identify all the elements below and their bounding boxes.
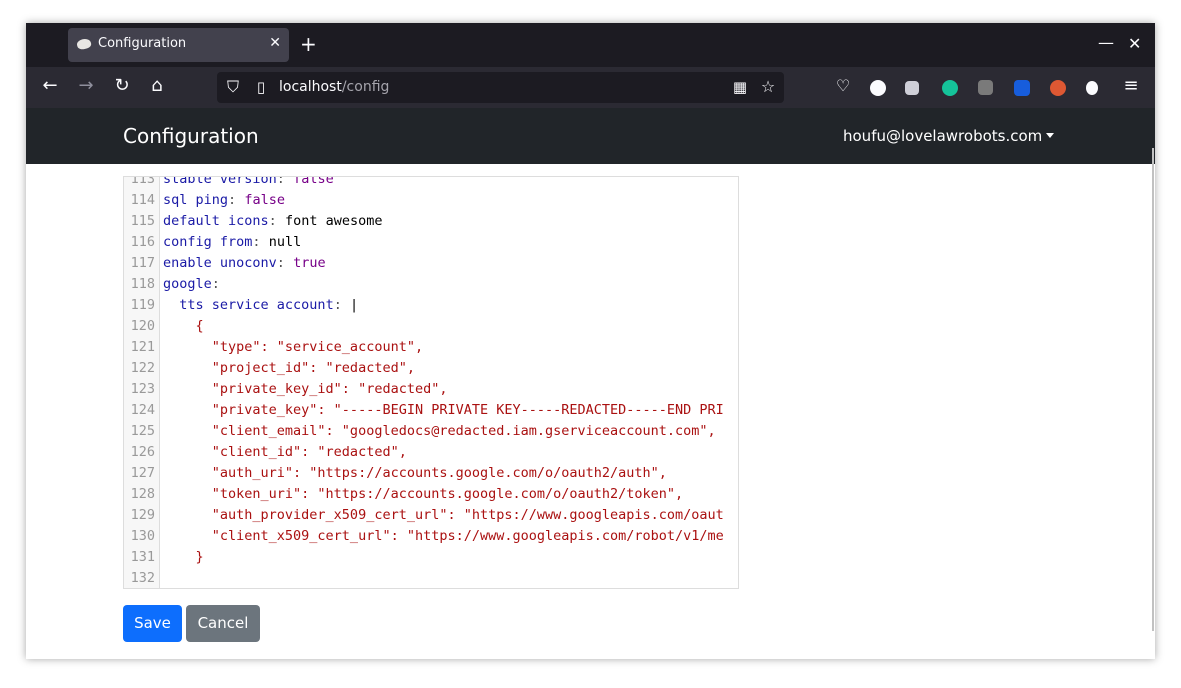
- code-text: "client_x509_cert_url": "https://www.goo…: [163, 528, 724, 544]
- code-line[interactable]: 117 enable unoconv: true: [124, 253, 738, 274]
- shield-icon[interactable]: ⛉: [222, 77, 244, 97]
- code-text: "private_key_id": "redacted",: [163, 381, 448, 397]
- line-number: 130: [130, 528, 155, 544]
- reload-icon[interactable]: ↻: [111, 76, 133, 96]
- line-number: 131: [130, 549, 155, 565]
- grammarly-icon[interactable]: [942, 80, 958, 96]
- page-icon[interactable]: ▯: [250, 77, 272, 97]
- code-line[interactable]: 121 "type": "service_account",: [124, 337, 738, 358]
- url-text[interactable]: localhost/config: [279, 79, 389, 95]
- hamburger-menu-icon[interactable]: ≡: [1120, 76, 1142, 96]
- line-number: 127: [130, 465, 155, 481]
- arrow-right-icon[interactable]: →: [75, 76, 97, 96]
- line-number: 117: [130, 255, 155, 271]
- site-favicon-icon: [75, 37, 93, 51]
- code-text: "auth_uri": "https://accounts.google.com…: [163, 465, 667, 481]
- code-text: "client_email": "googledocs@redacted.iam…: [163, 423, 716, 439]
- line-number: 121: [130, 339, 155, 355]
- qr-code-icon[interactable]: ▦: [729, 77, 751, 97]
- code-text: tts service account: |: [179, 297, 359, 313]
- new-tab-icon[interactable]: +: [300, 34, 317, 54]
- code-line[interactable]: 113 stable version: false: [124, 176, 738, 190]
- caret-down-icon: [1046, 133, 1055, 138]
- code-text: "auth_provider_x509_cert_url": "https://…: [163, 507, 724, 523]
- code-text: stable version: false: [163, 176, 334, 187]
- home-icon[interactable]: ⌂: [146, 76, 168, 96]
- code-text: enable unoconv: true: [163, 255, 326, 271]
- code-line[interactable]: 118 google:: [124, 274, 738, 295]
- save-button[interactable]: Save: [123, 605, 182, 642]
- code-line[interactable]: 126 "client_id": "redacted",: [124, 442, 738, 463]
- code-line[interactable]: 122 "project_id": "redacted",: [124, 358, 738, 379]
- line-number: 126: [130, 444, 155, 460]
- code-line[interactable]: 127 "auth_uri": "https://accounts.google…: [124, 463, 738, 484]
- line-number: 132: [130, 570, 155, 586]
- code-line[interactable]: 116 config from: null: [124, 232, 738, 253]
- url-host: localhost: [279, 79, 342, 95]
- site-header: Configuration houfu@lovelawrobots.com: [26, 108, 1155, 164]
- yaml-code-editor[interactable]: 113 stable version: false 114 sql ping: fal…: [123, 176, 739, 589]
- pocket-icon[interactable]: ♡: [832, 76, 854, 96]
- url-path: /config: [341, 79, 390, 95]
- tab-strip: Configuration ✕ + — ✕: [26, 23, 1155, 67]
- code-text: default icons: font awesome: [163, 213, 383, 229]
- code-text: "project_id": "redacted",: [163, 360, 415, 376]
- arrow-left-icon[interactable]: ←: [39, 76, 61, 96]
- duckduckgo-icon[interactable]: [1050, 80, 1066, 96]
- line-number: 125: [130, 423, 155, 439]
- code-line[interactable]: 115 default icons: font awesome: [124, 211, 738, 232]
- star-icon[interactable]: ☆: [757, 77, 779, 97]
- extension-cube-icon[interactable]: [978, 80, 993, 95]
- line-number: 122: [130, 360, 155, 376]
- navigation-bar: ← → ↻ ⌂ ⛉ ▯ localhost/config ▦ ☆ ♡ ≡: [26, 67, 1155, 108]
- code-text: {: [163, 318, 204, 334]
- extensions-grid-icon[interactable]: [905, 81, 919, 95]
- site-brand[interactable]: Configuration: [123, 124, 259, 148]
- line-number: 116: [130, 234, 155, 250]
- code-text: "type": "service_account",: [163, 339, 424, 355]
- code-text: }: [163, 549, 204, 565]
- extension-d-icon[interactable]: [870, 80, 886, 96]
- code-text: "client_id": "redacted",: [163, 444, 407, 460]
- code-line[interactable]: 119 tts service account: |: [124, 295, 738, 316]
- user-email: houfu@lovelawrobots.com: [843, 127, 1043, 145]
- code-line[interactable]: 125 "client_email": "googledocs@redacted…: [124, 421, 738, 442]
- code-line[interactable]: 129 "auth_provider_x509_cert_url": "http…: [124, 505, 738, 526]
- code-line[interactable]: 124 "private_key": "-----BEGIN PRIVATE K…: [124, 400, 738, 421]
- line-number: 118: [130, 276, 155, 292]
- line-number: 119: [130, 297, 155, 313]
- tab-close-icon[interactable]: ✕: [269, 35, 281, 51]
- code-text: config from: null: [163, 234, 302, 250]
- code-line[interactable]: 123 "private_key_id": "redacted",: [124, 379, 738, 400]
- code-line[interactable]: 120 {: [124, 316, 738, 337]
- url-bar[interactable]: ⛉ ▯ localhost/config ▦ ☆: [217, 72, 784, 103]
- code-line[interactable]: 114 sql ping: false: [124, 190, 738, 211]
- tab-title: Configuration: [98, 36, 187, 51]
- tab-configuration[interactable]: Configuration ✕: [68, 28, 289, 62]
- code-line[interactable]: 131 }: [124, 547, 738, 568]
- code-text: sql ping: false: [163, 192, 285, 208]
- line-number: 120: [130, 318, 155, 334]
- line-number: 129: [130, 507, 155, 523]
- code-line[interactable]: 130 "client_x509_cert_url": "https://www…: [124, 526, 738, 547]
- code-line[interactable]: 132: [124, 568, 738, 588]
- line-number: 123: [130, 381, 155, 397]
- page-scrollbar[interactable]: [1152, 148, 1154, 631]
- browser-window: Configuration ✕ + — ✕ ← → ↻ ⌂ ⛉ ▯ localh…: [26, 23, 1155, 659]
- user-dropdown[interactable]: houfu@lovelawrobots.com: [843, 127, 1055, 145]
- line-number: 115: [130, 213, 155, 229]
- line-number: 113: [130, 176, 155, 187]
- line-number: 128: [130, 486, 155, 502]
- code-text: google:: [163, 276, 220, 292]
- code-text: "private_key": "-----BEGIN PRIVATE KEY--…: [163, 402, 724, 418]
- extension-paw-icon[interactable]: [1086, 81, 1098, 95]
- line-number: 124: [130, 402, 155, 418]
- window-close-icon[interactable]: ✕: [1128, 34, 1141, 53]
- bitwarden-icon[interactable]: [1014, 80, 1030, 96]
- minimize-icon[interactable]: —: [1098, 33, 1114, 52]
- code-line[interactable]: 128 "token_uri": "https://accounts.googl…: [124, 484, 738, 505]
- line-number: 114: [130, 192, 155, 208]
- cancel-button[interactable]: Cancel: [186, 605, 260, 642]
- code-text: "token_uri": "https://accounts.google.co…: [163, 486, 684, 502]
